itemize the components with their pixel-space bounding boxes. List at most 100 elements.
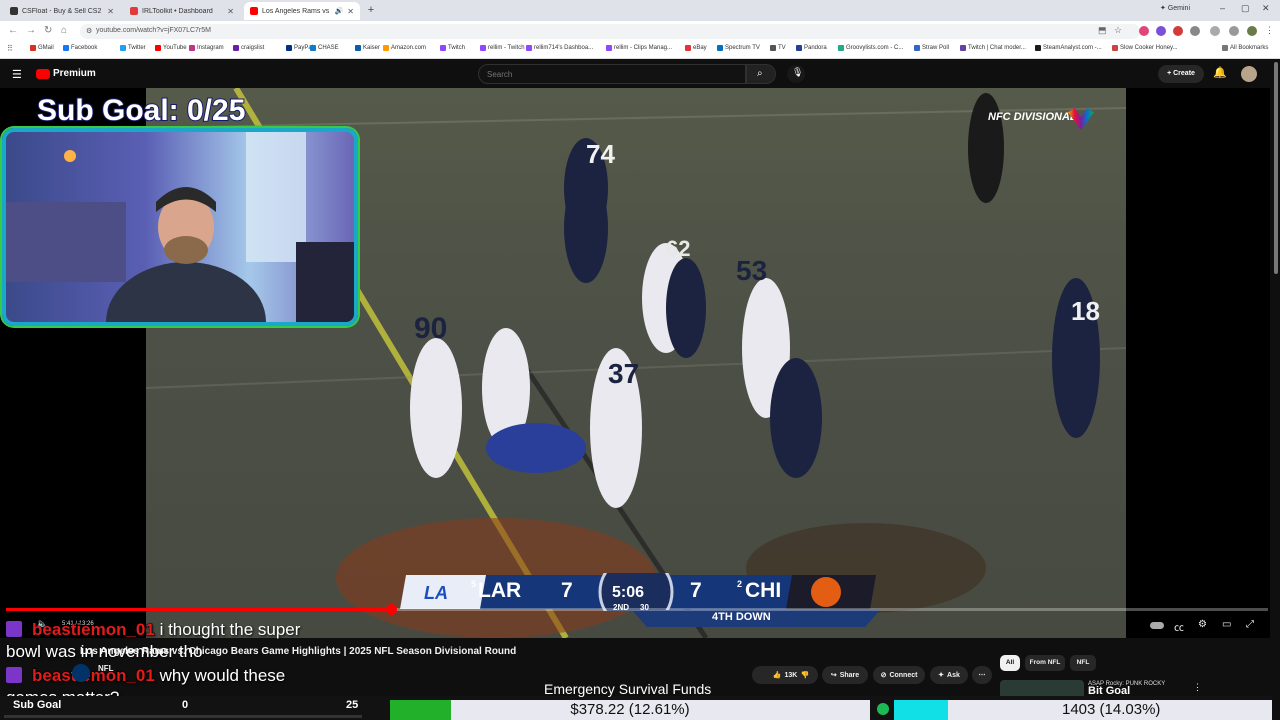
sub-goal-current: 0 — [182, 699, 189, 711]
bookmark-item[interactable]: Slow Cooker Honey... — [1112, 45, 1178, 51]
bookmark-label: Instagram — [197, 45, 224, 51]
tab-youtube-active[interactable]: Los Angeles Rams vs Chica 🔊 ✕ — [244, 2, 360, 20]
address-bar[interactable]: youtube.com/watch?v=jFX07LC7r5M — [80, 24, 1140, 39]
bookmark-favicon-icon — [189, 45, 195, 51]
bookmark-favicon-icon — [770, 45, 776, 51]
minimize-button[interactable]: – — [1220, 3, 1225, 13]
channel-avatar[interactable] — [72, 664, 90, 682]
chip-all[interactable]: All — [1000, 655, 1020, 671]
tab-irltoolkit[interactable]: IRLToolkit • Dashboard ✕ — [124, 2, 240, 20]
bookmark-item[interactable]: GMail — [30, 45, 54, 51]
bookmark-label: rellim714's Dashboa... — [534, 45, 594, 51]
theater-mode-icon[interactable]: ▭ — [1222, 619, 1231, 630]
bookmark-item[interactable]: Twitch — [440, 45, 465, 51]
bookmark-item[interactable]: YouTube — [155, 45, 187, 51]
bookmark-item[interactable]: Kaiser — [355, 45, 380, 51]
chip-nfl[interactable]: NFL — [1070, 655, 1096, 671]
close-window-button[interactable]: ✕ — [1262, 3, 1270, 14]
back-icon[interactable]: ← — [8, 25, 18, 36]
scrubber-handle[interactable] — [386, 604, 397, 615]
bookmark-item[interactable]: Groovylists.com - C... — [838, 45, 903, 51]
extension-icon[interactable] — [1173, 26, 1183, 36]
bookmark-item[interactable]: Instagram — [189, 45, 224, 51]
bookmark-item[interactable]: eBay — [685, 45, 707, 51]
url-text: youtube.com/watch?v=jFX07LC7r5M — [96, 27, 211, 34]
bookmark-star-icon[interactable]: ☆ — [1114, 25, 1122, 36]
extension-icon[interactable] — [1139, 26, 1149, 36]
home-score: 7 — [690, 579, 702, 602]
account-avatar[interactable] — [1241, 66, 1257, 82]
install-app-icon[interactable]: ⬒ — [1098, 25, 1107, 36]
connect-label: Connect — [889, 671, 918, 679]
close-tab-icon[interactable]: ✕ — [107, 7, 114, 16]
youtube-play-icon — [36, 68, 50, 79]
bookmark-item[interactable]: rellim - Twitch — [480, 45, 525, 51]
bookmark-item[interactable]: SteamAnalyst.com -... — [1035, 45, 1102, 51]
bookmark-item[interactable]: craigslist — [233, 45, 264, 51]
home-team-abbr: CHI — [745, 579, 782, 602]
apps-grid-icon[interactable]: ⠿ — [7, 44, 13, 53]
bookmark-item[interactable]: CHASE — [310, 45, 339, 51]
tab-csfloat[interactable]: CSFloat - Buy & Sell CS2 Skins ✕ — [4, 2, 120, 20]
chip-from-nfl[interactable]: From NFL — [1025, 655, 1065, 671]
bookmark-item[interactable]: Twitch | Chat moder... — [960, 45, 1026, 51]
progress-played — [6, 608, 391, 611]
maximize-button[interactable]: ▢ — [1241, 3, 1250, 14]
youtube-premium-logo[interactable]: Premium — [36, 68, 96, 79]
search-input[interactable] — [478, 64, 746, 84]
bookmark-label: TV — [778, 45, 786, 51]
home-icon[interactable]: ⌂ — [61, 25, 67, 36]
dislike-button[interactable]: 👎 — [792, 666, 818, 684]
profile-avatar[interactable] — [1247, 26, 1257, 36]
voice-search-button[interactable]: 🎙 — [787, 65, 805, 83]
bookmark-label: YouTube — [163, 45, 187, 51]
reload-icon[interactable]: ↻ — [44, 25, 52, 36]
close-tab-icon[interactable]: ✕ — [227, 7, 234, 16]
all-bookmarks[interactable]: All Bookmarks — [1222, 45, 1268, 51]
captions-icon[interactable]: ㏄ — [1174, 619, 1184, 634]
extensions-puzzle-icon[interactable] — [1190, 26, 1200, 36]
connect-button[interactable]: ⊘ Connect — [873, 666, 925, 684]
bookmark-item[interactable]: Amazon.com — [383, 45, 426, 51]
notifications-bell-icon[interactable]: 🔔 — [1213, 66, 1227, 79]
settings-gear-icon[interactable]: ⚙ — [1198, 619, 1207, 630]
audio-playing-icon[interactable]: 🔊 — [335, 7, 344, 15]
channel-name[interactable]: NFL — [98, 664, 114, 673]
bookmark-item[interactable]: TV — [770, 45, 786, 51]
bookmark-item[interactable]: Twitter — [120, 45, 146, 51]
search-button[interactable]: ⌕ — [746, 64, 776, 84]
hamburger-menu-icon[interactable]: ☰ — [12, 68, 22, 81]
tab-title: Los Angeles Rams vs Chica — [262, 7, 331, 15]
downloads-icon[interactable] — [1229, 26, 1239, 36]
create-button[interactable]: + Create — [1158, 65, 1204, 83]
gemini-button[interactable]: ✦ Gemini — [1160, 4, 1190, 12]
extension-icon[interactable] — [1156, 26, 1166, 36]
autoplay-toggle[interactable] — [1150, 622, 1164, 629]
bookmark-item[interactable]: Straw Poll — [914, 45, 949, 51]
bookmark-item[interactable]: PayPal — [286, 45, 313, 51]
bookmark-favicon-icon — [526, 45, 532, 51]
bookmark-item[interactable]: rellim714's Dashboa... — [526, 45, 593, 51]
site-info-icon[interactable]: ⚙ — [86, 27, 92, 35]
scrollbar-thumb[interactable] — [1274, 62, 1278, 274]
share-button[interactable]: ↪ Share — [822, 666, 868, 684]
bookmark-item[interactable]: rellim - Clips Manag... — [606, 45, 672, 51]
bookmark-item[interactable]: Spectrum TV — [717, 45, 760, 51]
fullscreen-icon[interactable]: ⤢ — [1246, 619, 1254, 630]
ask-button[interactable]: ✦ Ask — [930, 666, 968, 684]
sidepanel-icon[interactable] — [1210, 26, 1220, 36]
bookmark-item[interactable]: Facebook — [63, 45, 97, 51]
menu-kebab-icon[interactable]: ⋮ — [1265, 25, 1274, 36]
bookmark-label: Amazon.com — [391, 45, 427, 51]
close-tab-icon[interactable]: ✕ — [347, 7, 354, 16]
new-tab-button[interactable]: + — [364, 3, 378, 17]
more-actions-icon[interactable]: ⋯ — [972, 666, 992, 684]
bookmark-label: Kaiser — [363, 45, 381, 51]
bit-goal-value: 1403 (14.03%) — [1062, 701, 1161, 718]
video-title: Los Angeles Rams vs. Chicago Bears Game … — [80, 646, 517, 657]
recommended-more-icon[interactable]: ⋮ — [1193, 682, 1202, 693]
forward-icon[interactable]: → — [26, 25, 36, 36]
chat-username: beastiemon_01 — [32, 620, 156, 640]
bookmark-item[interactable]: Pandora — [796, 45, 827, 51]
bookmark-label: CHASE — [318, 45, 339, 51]
